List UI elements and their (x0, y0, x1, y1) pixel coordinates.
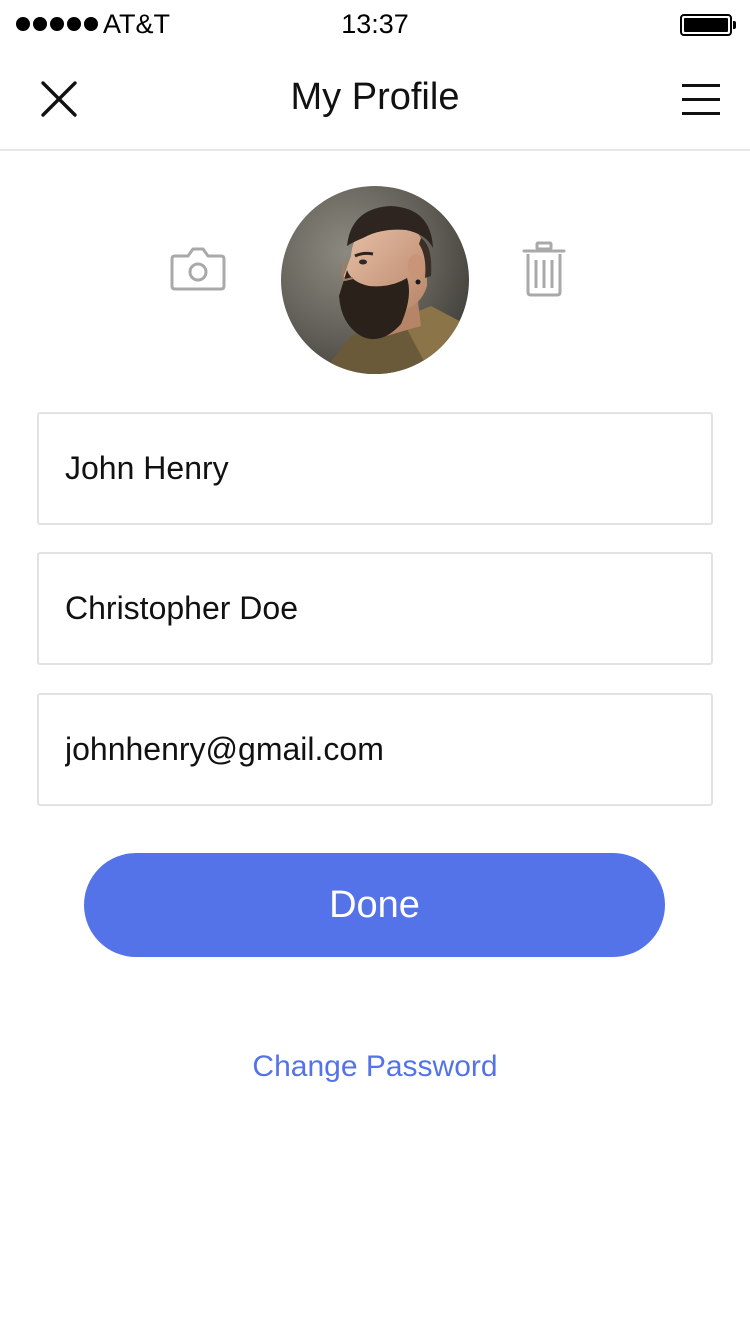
camera-icon[interactable] (168, 244, 228, 294)
close-icon[interactable] (40, 80, 78, 118)
status-bar: AT&T 13:37 (0, 0, 750, 50)
email-field (37, 693, 713, 806)
first-name-input[interactable] (39, 414, 711, 523)
page-title: My Profile (290, 76, 460, 118)
battery-icon (680, 14, 736, 36)
first-name-field (37, 412, 713, 525)
change-password-link[interactable]: Change Password (0, 1050, 750, 1084)
status-time: 13:37 (341, 9, 409, 39)
done-button[interactable]: Done (84, 853, 665, 957)
last-name-input[interactable] (39, 554, 711, 663)
avatar[interactable] (281, 186, 469, 374)
last-name-field (37, 552, 713, 665)
hamburger-menu-icon[interactable] (682, 83, 720, 117)
trash-icon[interactable] (522, 240, 566, 298)
nav-bar: My Profile (0, 50, 750, 151)
email-input[interactable] (39, 695, 711, 804)
